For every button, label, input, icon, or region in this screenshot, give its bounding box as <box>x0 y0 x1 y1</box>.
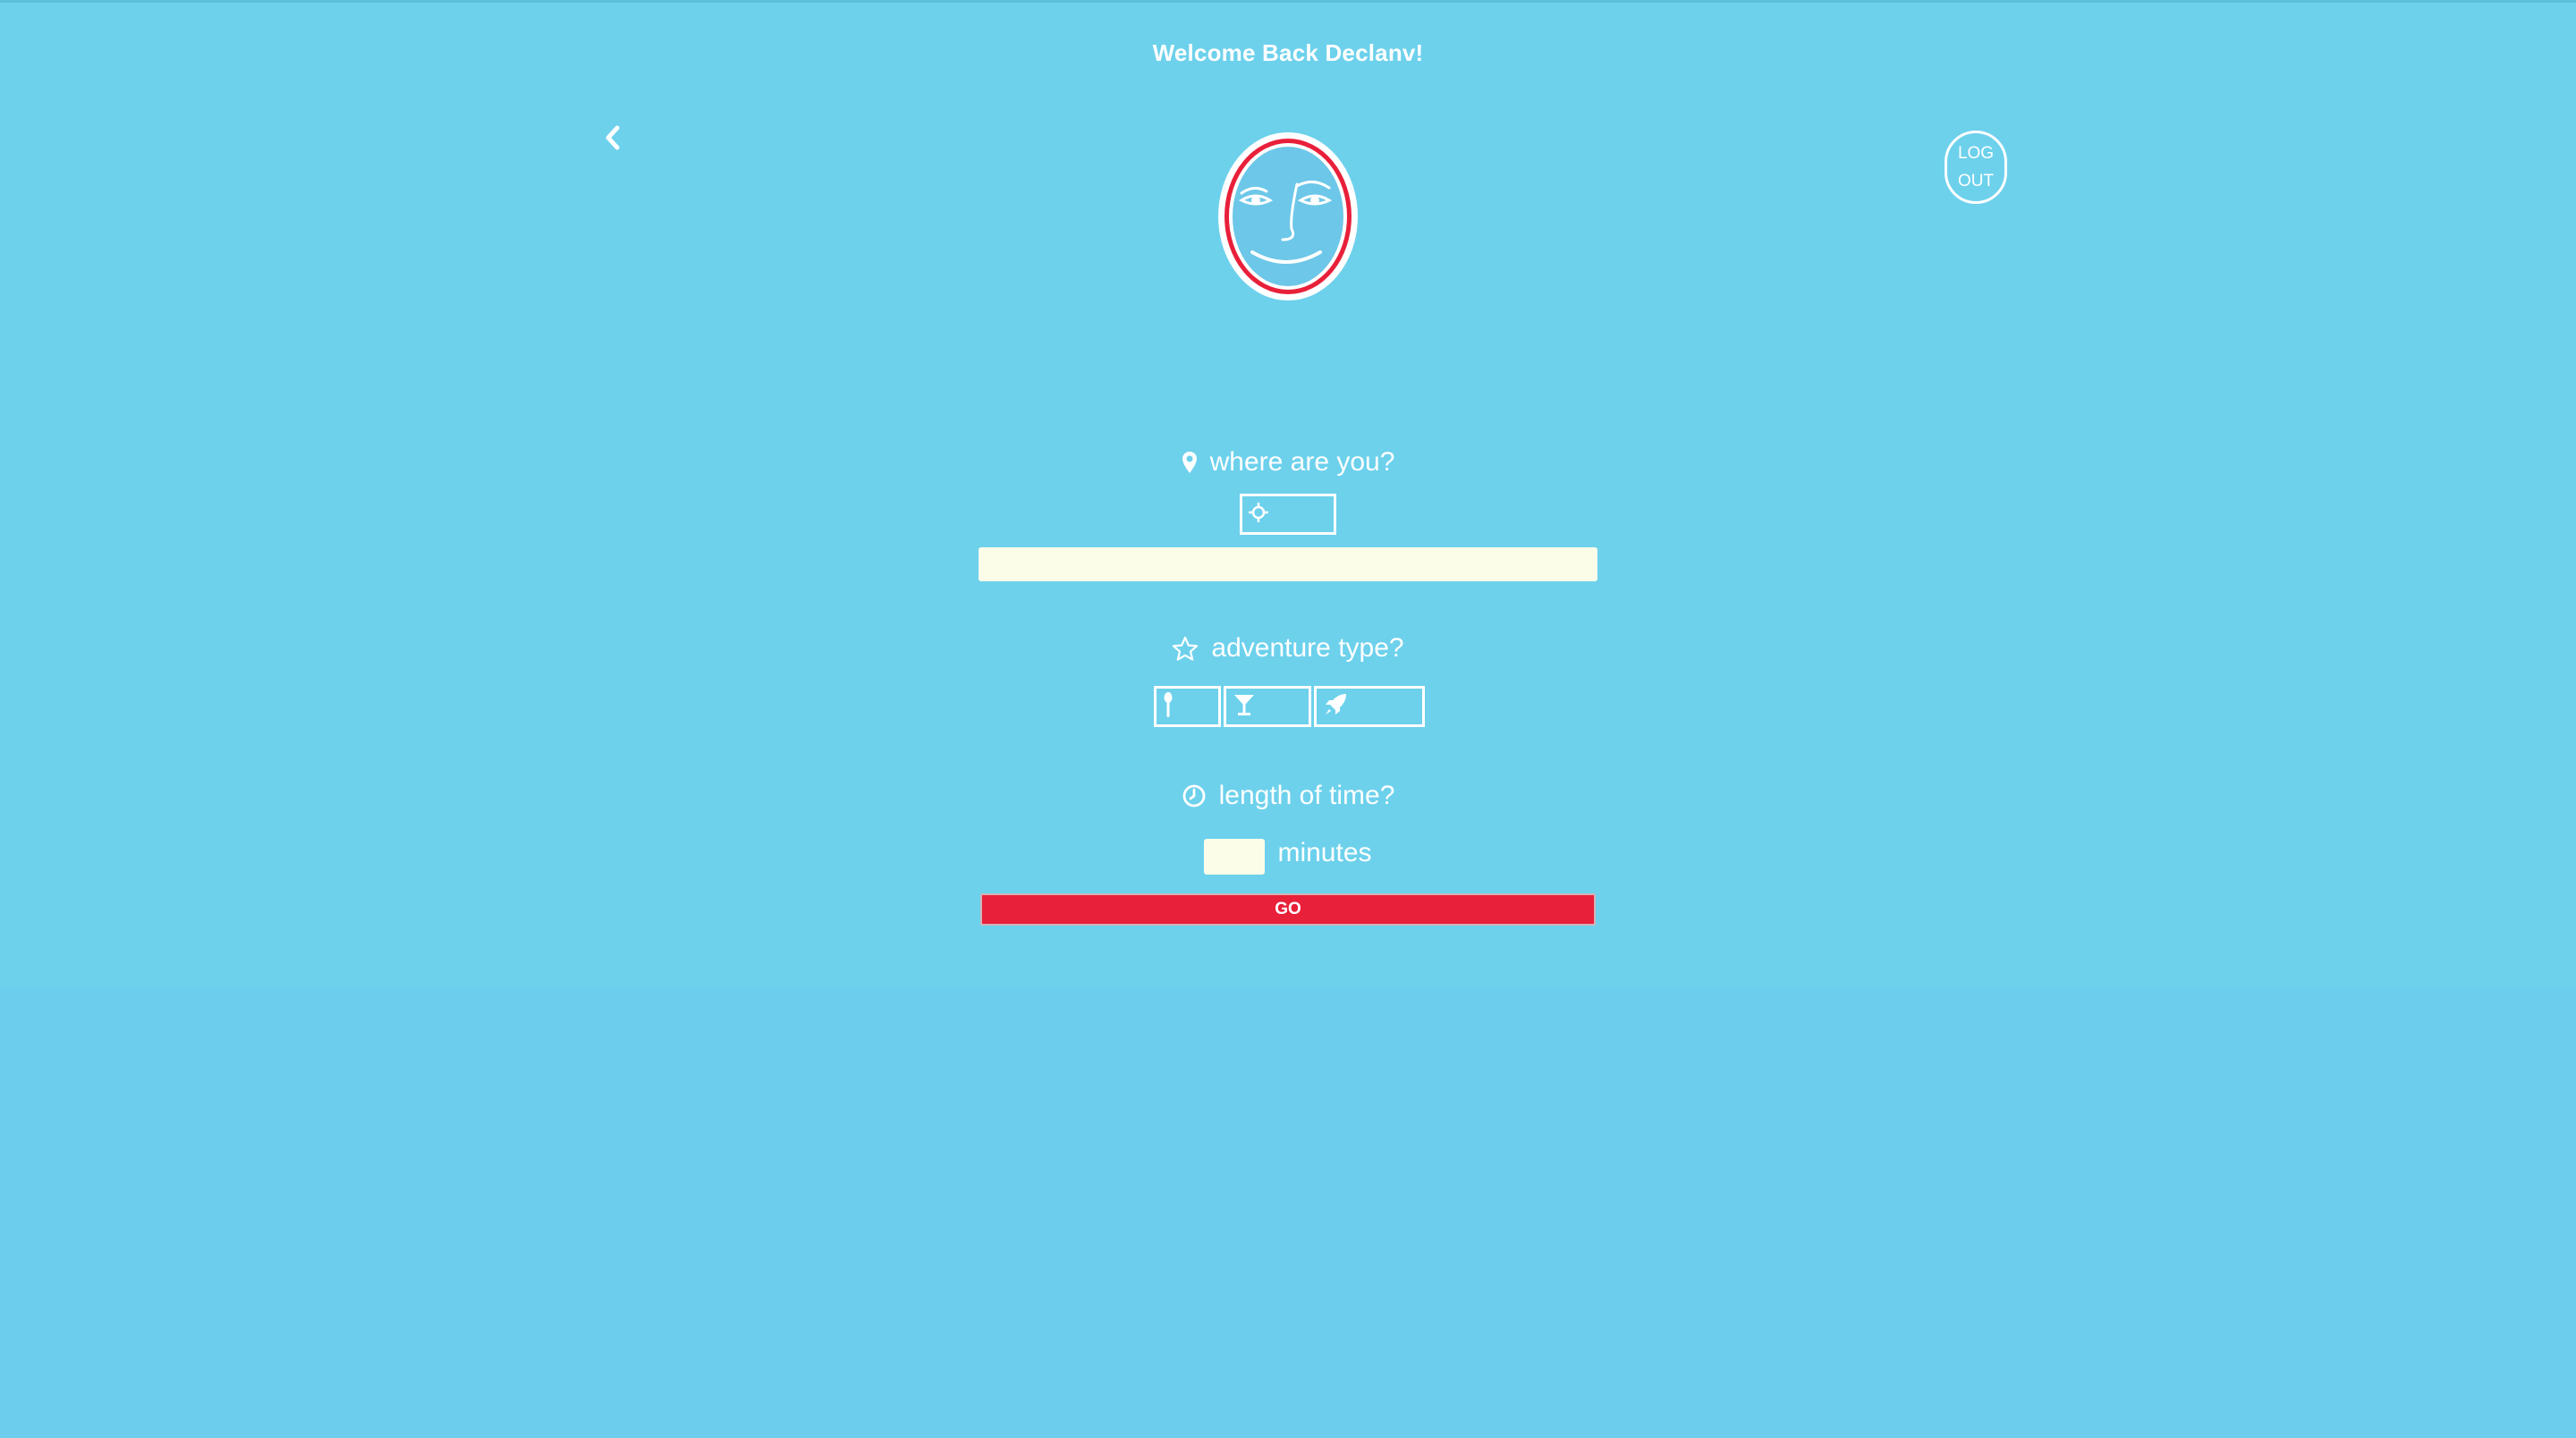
location-heading: where are you? <box>0 447 2576 478</box>
clock-icon <box>1182 783 1207 808</box>
map-marker-icon <box>1182 451 1198 474</box>
adventure-option-drinks[interactable] <box>1224 686 1311 727</box>
minutes-row: minutes <box>0 832 2576 875</box>
adventure-type-group <box>1154 686 1425 727</box>
adventure-option-food[interactable] <box>1154 686 1221 727</box>
logout-button[interactable]: LOG OUT <box>1945 131 2007 204</box>
go-button[interactable]: GO <box>980 893 1596 926</box>
page-title: Welcome Back Declanv! <box>1152 39 1424 66</box>
logout-label-line2: OUT <box>1957 172 1995 190</box>
minutes-input[interactable] <box>1204 839 1266 875</box>
cocktail-icon <box>1233 692 1256 722</box>
adventure-option-rocket[interactable] <box>1314 686 1425 727</box>
back-button[interactable] <box>595 122 631 157</box>
time-heading: length of time? <box>0 781 2576 811</box>
avatar <box>1215 129 1361 304</box>
star-icon <box>1172 636 1199 661</box>
adventure-label: adventure type? <box>1211 633 1404 663</box>
adventure-heading: adventure type? <box>0 633 2576 664</box>
crosshair-icon <box>1248 502 1269 528</box>
chevron-left-icon <box>604 125 622 155</box>
smiling-face-icon <box>1218 132 1358 300</box>
location-input[interactable] <box>979 547 1597 581</box>
rocket-icon <box>1323 692 1348 722</box>
time-label: length of time? <box>1218 781 1395 810</box>
minutes-label: minutes <box>1277 838 1372 867</box>
spoon-icon <box>1163 691 1174 723</box>
location-label: where are you? <box>1209 447 1395 477</box>
logout-label-line1: LOG <box>1957 144 1995 163</box>
locate-me-button[interactable] <box>1240 494 1336 535</box>
